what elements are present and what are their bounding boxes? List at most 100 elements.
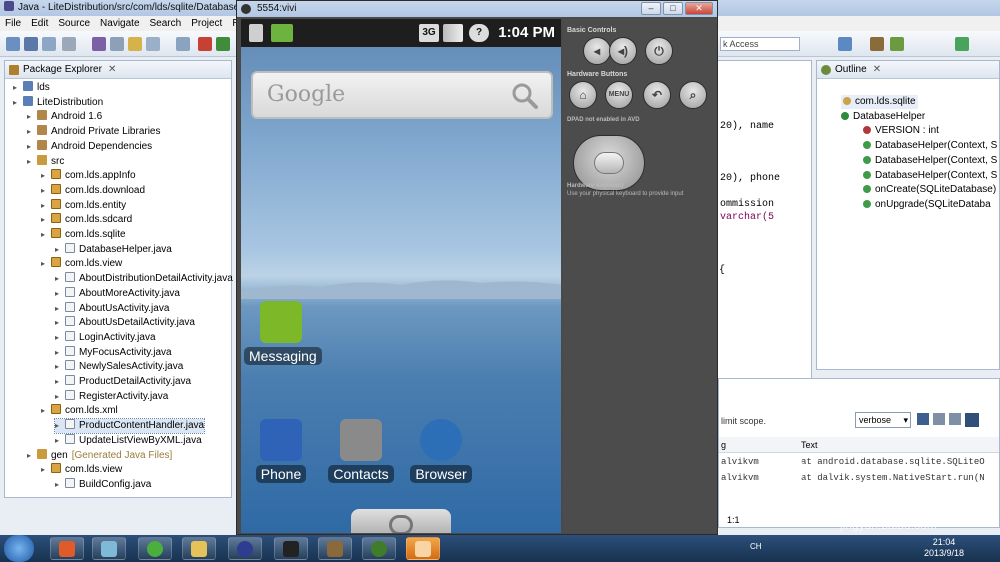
- debug-icon[interactable]: [92, 37, 106, 51]
- tree-item[interactable]: ▸ BuildConfig.java: [55, 477, 151, 492]
- save-log-icon[interactable]: [917, 413, 929, 425]
- package-explorer-tab[interactable]: Package Explorer ✕: [5, 61, 231, 79]
- taskbar-app[interactable]: [362, 537, 396, 560]
- tree-item[interactable]: ▸ RegisterActivity.java: [55, 389, 168, 404]
- taskbar-app[interactable]: [274, 537, 308, 560]
- expand-arrow-icon[interactable]: ▸: [55, 346, 65, 360]
- expand-arrow-icon[interactable]: ▸: [27, 449, 37, 463]
- tree-item[interactable]: ▸ UpdateListViewByXML.java: [55, 433, 202, 448]
- taskbar-app[interactable]: [50, 537, 84, 560]
- expand-arrow-icon[interactable]: ▸: [13, 81, 23, 95]
- tree-item[interactable]: ▸ com.lds.appInfo: [41, 169, 136, 183]
- expand-arrow-icon[interactable]: ▸: [55, 478, 65, 492]
- tree-item[interactable]: ▸ com.lds.view: [41, 463, 122, 477]
- outline-item[interactable]: VERSION : int: [863, 124, 939, 138]
- taskbar-app[interactable]: [138, 537, 172, 560]
- close-button[interactable]: ✕: [685, 2, 713, 15]
- tree-item[interactable]: ▸ ProductContentHandler.java: [53, 418, 206, 435]
- app-phone[interactable]: Phone: [244, 419, 318, 483]
- print-icon[interactable]: [62, 37, 76, 51]
- dpad-center-button[interactable]: [594, 152, 624, 174]
- app-drawer-handle[interactable]: [351, 509, 451, 533]
- outline-item[interactable]: DatabaseHelper(Context, S: [863, 154, 997, 168]
- expand-arrow-icon[interactable]: ▸: [55, 419, 65, 433]
- search-button[interactable]: ⌕: [679, 81, 707, 109]
- expand-arrow-icon[interactable]: ▸: [27, 125, 37, 139]
- tree-item[interactable]: ▸ MyFocusActivity.java: [55, 345, 172, 360]
- expand-arrow-icon[interactable]: ▸: [13, 96, 23, 110]
- expand-arrow-icon[interactable]: ▸: [27, 155, 37, 169]
- log-row[interactable]: alvikvm at dalvik.system.NativeStart.run(…: [721, 473, 985, 483]
- back-button[interactable]: ↶: [643, 81, 671, 109]
- tree-item[interactable]: ▸ Android Private Libraries: [27, 125, 161, 139]
- tree-item[interactable]: ▸ AboutMoreActivity.java: [55, 286, 180, 301]
- expand-arrow-icon[interactable]: ▸: [27, 110, 37, 124]
- expand-arrow-icon[interactable]: ▸: [55, 272, 65, 286]
- menu-search[interactable]: Search: [145, 16, 187, 31]
- tree-item[interactable]: ▸ src: [27, 154, 64, 169]
- tree-item[interactable]: ▸ com.lds.xml: [41, 404, 118, 418]
- expand-arrow-icon[interactable]: ▸: [55, 287, 65, 301]
- tree-item[interactable]: ▸ AboutDistributionDetailActivity.java: [55, 272, 233, 286]
- tree-item[interactable]: ▸ Android Dependencies: [27, 139, 152, 154]
- expand-arrow-icon[interactable]: ▸: [55, 375, 65, 389]
- tree-item[interactable]: ▸ ProductDetailActivity.java: [55, 375, 191, 389]
- tool-icon[interactable]: [146, 37, 160, 51]
- android-icon[interactable]: [216, 37, 230, 51]
- expand-arrow-icon[interactable]: ▸: [55, 243, 65, 257]
- tree-item[interactable]: ▸ Android 1.6: [27, 110, 102, 124]
- expand-arrow-icon[interactable]: ▸: [55, 302, 65, 316]
- tree-item[interactable]: ▸ NewlySalesActivity.java: [55, 360, 183, 374]
- outline-item[interactable]: DatabaseHelper: [841, 110, 925, 124]
- taskbar-app[interactable]: [182, 537, 216, 560]
- android-screen[interactable]: 3G ? 1:04 PM Google Messaging Phone Cont…: [241, 19, 561, 533]
- tree-item[interactable]: ▸ com.lds.entity: [41, 198, 126, 213]
- perspective-icon[interactable]: [870, 37, 884, 51]
- perspective-icon[interactable]: [838, 37, 852, 51]
- quick-access-input[interactable]: k Access: [720, 37, 800, 51]
- maximize-button[interactable]: □: [663, 2, 683, 15]
- taskbar-app[interactable]: [318, 537, 352, 560]
- menu-navigate[interactable]: Navigate: [95, 16, 144, 31]
- expand-arrow-icon[interactable]: ▸: [41, 463, 51, 477]
- toggle-icon[interactable]: [933, 413, 945, 425]
- expand-arrow-icon[interactable]: ▸: [41, 213, 51, 227]
- outline-item[interactable]: DatabaseHelper(Context, S: [863, 169, 997, 183]
- search-icon[interactable]: [511, 82, 539, 110]
- expand-arrow-icon[interactable]: ▸: [41, 184, 51, 198]
- save-all-icon[interactable]: [42, 37, 56, 51]
- tree-item[interactable]: ▸ com.lds.view: [41, 257, 122, 271]
- expand-arrow-icon[interactable]: ▸: [55, 360, 65, 374]
- scroll-lock-icon[interactable]: [965, 413, 979, 427]
- menu-button[interactable]: MENU: [605, 81, 633, 109]
- app-browser[interactable]: Browser: [404, 419, 478, 483]
- highlight-icon[interactable]: [128, 37, 142, 51]
- expand-arrow-icon[interactable]: ▸: [55, 316, 65, 330]
- log-row[interactable]: alvikvm at android.database.sqlite.SQLite…: [721, 457, 985, 467]
- menu-file[interactable]: File: [0, 16, 26, 31]
- taskbar-app[interactable]: [406, 537, 440, 560]
- menu-project[interactable]: Project: [186, 16, 227, 31]
- tree-item[interactable]: ▸ com.lds.download: [41, 183, 145, 198]
- tool-icon[interactable]: [176, 37, 190, 51]
- outline-item[interactable]: onUpgrade(SQLiteDataba: [863, 198, 991, 212]
- toggle-icon[interactable]: [949, 413, 961, 425]
- outline-tab[interactable]: Outline ✕: [817, 61, 999, 79]
- expand-arrow-icon[interactable]: ▸: [55, 331, 65, 345]
- tree-item[interactable]: ▸ gen [Generated Java Files]: [27, 448, 172, 463]
- expand-arrow-icon[interactable]: ▸: [41, 169, 51, 183]
- expand-arrow-icon[interactable]: ▸: [55, 434, 65, 448]
- outline-item[interactable]: DatabaseHelper(Context, S: [863, 139, 997, 153]
- tree-item[interactable]: ▸ com.lds.sdcard: [41, 213, 132, 227]
- expand-arrow-icon[interactable]: ▸: [41, 404, 51, 418]
- volume-up-button[interactable]: ◂): [609, 37, 637, 65]
- new-icon[interactable]: [6, 37, 20, 51]
- volume-down-button[interactable]: ◂: [583, 37, 611, 65]
- menu-source[interactable]: Source: [53, 16, 95, 31]
- perspective-icon[interactable]: [955, 37, 969, 51]
- close-icon[interactable]: ✕: [108, 64, 116, 75]
- outline-item[interactable]: onCreate(SQLiteDatabase): [863, 183, 996, 197]
- tool-icon[interactable]: [110, 37, 124, 51]
- language-indicator[interactable]: CH: [750, 542, 762, 551]
- menu-edit[interactable]: Edit: [26, 16, 53, 31]
